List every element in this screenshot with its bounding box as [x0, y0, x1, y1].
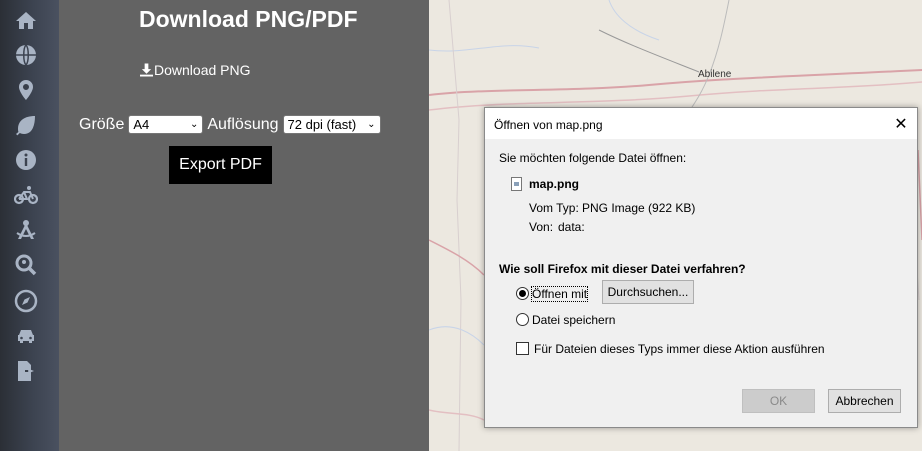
- from-label: Von:: [529, 220, 554, 234]
- leaf-icon[interactable]: [12, 111, 40, 139]
- download-icon: [140, 63, 153, 77]
- map-marker-icon[interactable]: [12, 76, 40, 104]
- chevron-down-icon: ⌄: [189, 119, 199, 130]
- map-city-label: Abilene: [698, 69, 732, 80]
- always-action-checkbox[interactable]: [516, 342, 529, 355]
- from-value: data:: [558, 220, 585, 234]
- save-file-label[interactable]: Datei speichern: [532, 313, 615, 327]
- always-action-label[interactable]: Für Dateien dieses Typs immer diese Akti…: [534, 342, 825, 356]
- dialog-intro: Sie möchten folgende Datei öffnen:: [499, 151, 687, 165]
- chevron-down-icon: ⌄: [367, 119, 376, 130]
- save-file-radio[interactable]: [516, 313, 529, 326]
- resolution-select-value: 72 dpi (fast): [287, 117, 357, 132]
- dialog-title: Öffnen von map.png: [494, 118, 603, 132]
- file-icon: [511, 177, 522, 191]
- cancel-button[interactable]: Abbrechen: [828, 389, 901, 413]
- search-location-icon[interactable]: [12, 251, 40, 279]
- car-icon[interactable]: [12, 322, 40, 350]
- home-icon[interactable]: [12, 7, 40, 35]
- open-with-radio[interactable]: [516, 287, 529, 300]
- size-select[interactable]: A4 ⌄: [128, 115, 204, 134]
- size-select-value: A4: [133, 117, 150, 132]
- type-value: PNG Image (922 KB): [582, 201, 696, 215]
- dialog-titlebar: Öffnen von map.png ✕: [485, 108, 917, 139]
- action-question: Wie soll Firefox mit dieser Datei verfah…: [499, 262, 746, 276]
- close-icon[interactable]: ✕: [891, 114, 911, 134]
- drafting-compass-icon[interactable]: [12, 216, 40, 244]
- open-file-dialog: Öffnen von map.png ✕ Sie möchten folgend…: [484, 107, 918, 428]
- globe-icon[interactable]: [12, 41, 40, 69]
- compass-icon[interactable]: [12, 287, 40, 315]
- sidebar: [0, 0, 59, 451]
- download-png-label: Download PNG: [154, 62, 251, 78]
- type-label: Vom Typ:: [529, 201, 579, 215]
- resolution-select[interactable]: 72 dpi (fast) ⌄: [282, 115, 381, 134]
- panel-title: Download PNG/PDF: [139, 6, 358, 32]
- download-png-link[interactable]: Download PNG: [140, 62, 251, 78]
- resolution-label: Auflösung: [207, 115, 279, 133]
- settings-row: Größe A4 ⌄ Auflösung 72 dpi (fast) ⌄: [79, 115, 381, 134]
- ok-button[interactable]: OK: [742, 389, 815, 413]
- file-name: map.png: [529, 177, 579, 191]
- browse-button[interactable]: Durchsuchen...: [602, 280, 694, 304]
- info-icon[interactable]: [12, 146, 40, 174]
- export-pdf-button[interactable]: Export PDF: [169, 146, 272, 184]
- size-label: Größe: [79, 115, 125, 133]
- bicycle-icon[interactable]: [12, 181, 40, 209]
- export-panel: Download PNG/PDF Download PNG Größe A4 ⌄…: [59, 0, 429, 451]
- open-with-label[interactable]: Öffnen mit: [530, 286, 589, 302]
- file-export-icon[interactable]: [12, 357, 40, 385]
